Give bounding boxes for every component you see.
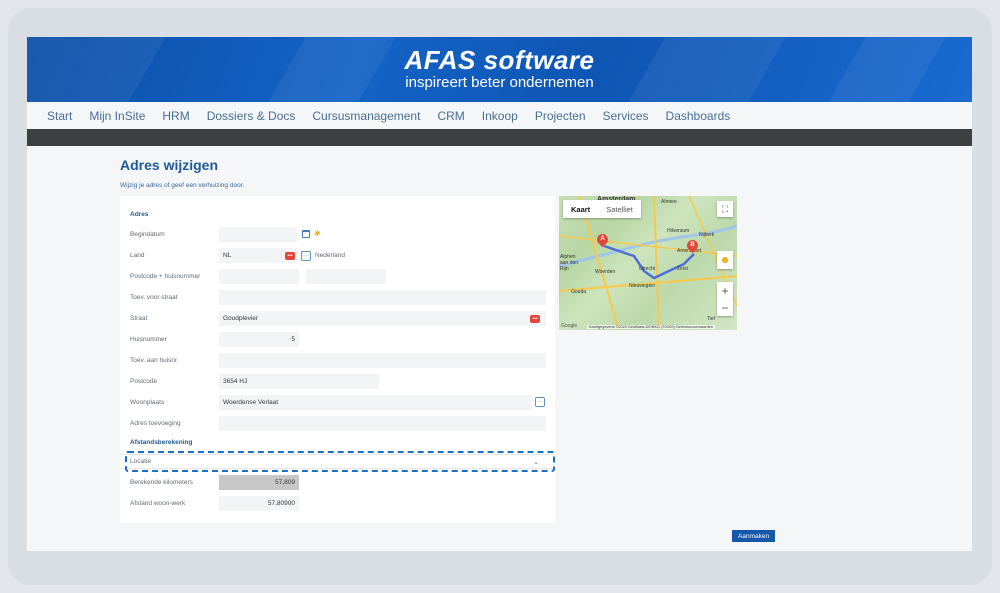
map-type-tabs: Kaart Satelliet <box>563 200 641 218</box>
map-place-nijkerk: Nijkerk <box>699 232 715 238</box>
nav-item-hrm[interactable]: HRM <box>162 109 189 123</box>
berekende-km-value: 57,809 <box>219 475 299 490</box>
header-banner: AFAS software inspireert beter onderneme… <box>27 37 972 102</box>
nav-item-inkoop[interactable]: Inkoop <box>482 109 518 123</box>
pegman-icon[interactable]: ☻ <box>717 251 733 269</box>
zoom-control: + − <box>717 282 733 316</box>
map-place-zeist: Zeist <box>677 266 688 272</box>
main-nav: Start Mijn InSite HRM Dossiers & Docs Cu… <box>27 102 972 129</box>
toev-straat-label: Toev. voor straat <box>130 294 178 301</box>
land-label: Land <box>130 252 145 259</box>
lookup-icon[interactable]: ••• <box>285 252 295 260</box>
huisnummer-input[interactable]: 5 <box>219 332 299 347</box>
map-attribution[interactable]: Kaartgegevens ©2023 GeoBasis-DE/BKG (©20… <box>587 325 715 329</box>
postcode-label: Postcode <box>130 378 158 385</box>
brand-logo: AFAS software <box>404 45 595 75</box>
woonplaats-label: Woonplaats <box>130 399 165 406</box>
google-logo: Google <box>561 323 578 329</box>
afstand-label: Afstand woon-werk <box>130 500 186 507</box>
nav-item-services[interactable]: Services <box>603 109 649 123</box>
toev-huisnr-input[interactable] <box>219 353 546 368</box>
begindatum-input[interactable] <box>219 227 297 242</box>
map-place-gouda: Gouda <box>571 289 587 295</box>
berekende-km-label: Berekende kilometers <box>130 479 193 486</box>
postcode-input[interactable]: 3654 HJ <box>219 374 379 389</box>
map-marker-b[interactable]: B <box>684 237 701 254</box>
begindatum-label: Begindatum <box>130 231 165 238</box>
section-address-heading: Adres <box>130 211 149 218</box>
woonplaats-input[interactable]: Woerdense Verlaat <box>219 395 532 410</box>
nav-item-projecten[interactable]: Projecten <box>535 109 586 123</box>
nav-item-dashboards[interactable]: Dashboards <box>666 109 731 123</box>
nav-item-mijn-insite[interactable]: Mijn InSite <box>89 109 145 123</box>
map-place-utrecht: Utrecht <box>639 266 656 272</box>
map-place-alphen: Alphen aan den Rijn <box>560 254 579 272</box>
nav-item-crm[interactable]: CRM <box>437 109 464 123</box>
zoom-in-button[interactable]: + <box>717 282 733 299</box>
tab-map[interactable]: Kaart <box>563 200 598 218</box>
nav-item-start[interactable]: Start <box>47 109 72 123</box>
star-icon: ✱ <box>314 229 321 238</box>
straat-input[interactable]: Goudplevier <box>219 311 546 326</box>
huisnummer-part-input[interactable] <box>306 269 386 284</box>
straat-label: Straat <box>130 315 148 322</box>
brand-tagline: inspireert beter ondernemen <box>405 74 594 91</box>
nav-item-dossiers-docs[interactable]: Dossiers & Docs <box>207 109 296 123</box>
locatie-highlight <box>125 451 555 472</box>
zoom-out-button[interactable]: − <box>717 299 733 316</box>
more-options-icon[interactable]: ··· <box>301 251 311 261</box>
map-place-woerden: Woerden <box>595 269 616 275</box>
woonplaats-options-icon[interactable]: ··· <box>535 397 545 407</box>
adres-toevoeging-label: Adres toevoeging <box>130 420 181 427</box>
map-place-almere: Almere <box>661 199 677 205</box>
map-place-nieuwegein: Nieuwegein <box>629 283 656 289</box>
fullscreen-icon[interactable]: ⛶ <box>717 201 733 217</box>
page-subtitle: Wijzig je adres of geef een verhuizing d… <box>120 182 245 189</box>
land-name: Nederland <box>315 252 345 259</box>
toolbar-strip <box>27 129 972 146</box>
app-screen: AFAS software inspireert beter onderneme… <box>27 37 972 551</box>
address-form: Adres Begindatum ✱ Land NL ••• ··· Neder… <box>120 196 555 523</box>
page-title: Adres wijzigen <box>120 157 219 173</box>
section-distance-heading: Afstandsberekening <box>130 439 193 446</box>
postcode-huisnummer-label: Postcode + huisnummer <box>130 273 201 280</box>
toev-huisnr-label: Toev. aan huisnr. <box>130 357 179 364</box>
straat-lookup-icon[interactable]: ••• <box>530 315 540 323</box>
calendar-icon[interactable] <box>302 230 310 238</box>
afstand-input[interactable]: 57,80900 <box>219 496 299 511</box>
map-marker-a[interactable]: A <box>594 231 611 248</box>
route-map[interactable]: Amsterdam Almere Hilversum Nijkerk Amers… <box>559 196 737 330</box>
nav-item-cursusmanagement[interactable]: Cursusmanagement <box>312 109 420 123</box>
adres-toevoeging-input[interactable] <box>219 416 546 431</box>
map-place-tiel: Tiel <box>707 316 715 322</box>
submit-button[interactable]: Aanmaken <box>732 530 776 542</box>
postcode-part-input[interactable] <box>219 269 299 284</box>
huisnummer-label: Huisnummer <box>130 336 167 343</box>
toev-straat-input[interactable] <box>219 290 546 305</box>
map-place-hilversum: Hilversum <box>667 228 690 234</box>
tab-satellite[interactable]: Satelliet <box>598 200 641 218</box>
